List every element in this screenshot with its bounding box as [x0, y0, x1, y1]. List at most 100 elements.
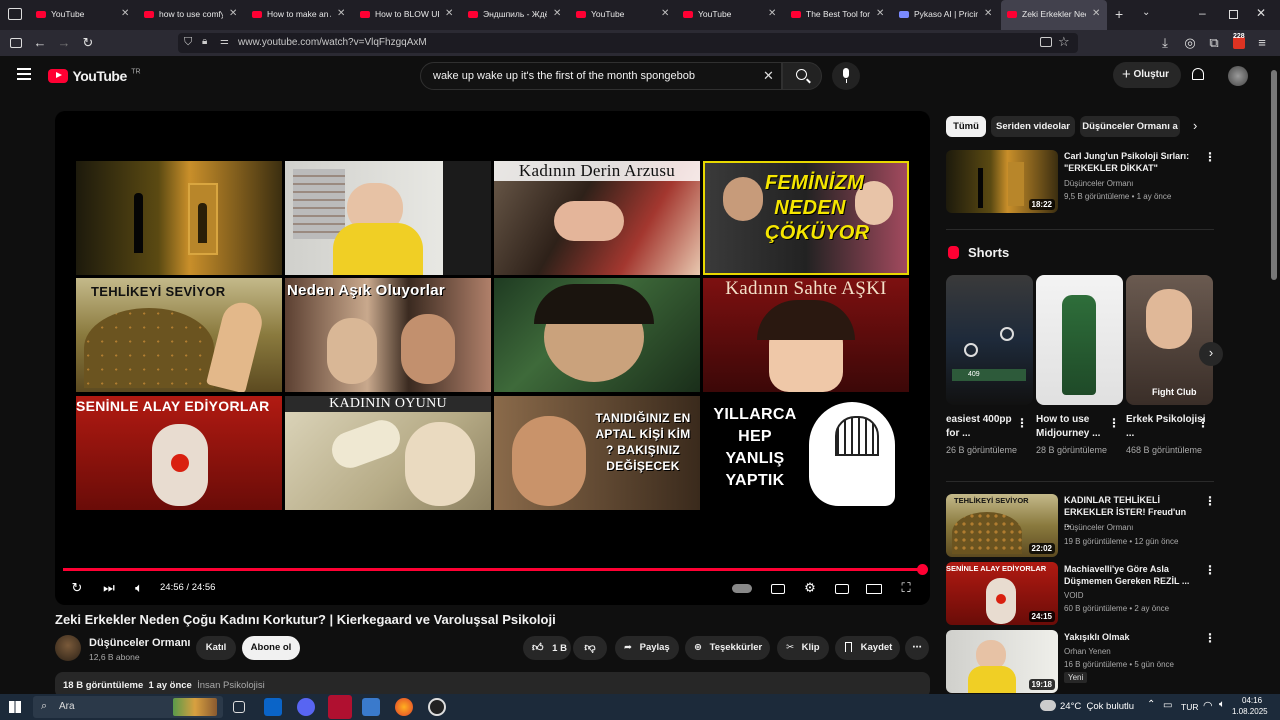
- progress-bar[interactable]: [63, 568, 922, 571]
- close-tab-icon[interactable]: ✕: [984, 8, 992, 19]
- short-title[interactable]: easiest 400pp for ...: [946, 413, 1026, 441]
- rec-thumb-3[interactable]: SENİNLE ALAY EDİYORLAR 24:15: [946, 562, 1058, 625]
- rec-title[interactable]: Yakışıklı Olmak: [1064, 631, 1194, 643]
- miniplayer-icon[interactable]: [831, 577, 853, 599]
- create-button[interactable]: + Oluştur: [1113, 62, 1181, 88]
- short-title[interactable]: How to use Midjourney ...: [1036, 413, 1116, 441]
- clip-button[interactable]: ✂ Klip: [777, 636, 829, 660]
- forward-icon[interactable]: →: [55, 34, 73, 52]
- bookmark-star-icon[interactable]: ☆: [1058, 34, 1070, 50]
- next-icon[interactable]: ⏭︎: [98, 577, 120, 599]
- short-title[interactable]: Erkek Psikolojisi ...: [1126, 413, 1206, 441]
- downloads-icon[interactable]: ⤓: [1156, 34, 1174, 52]
- progress-scrubber[interactable]: [917, 564, 928, 575]
- fullscreen-icon[interactable]: ⛶: [895, 577, 917, 599]
- endscreen-thumb-2[interactable]: [285, 161, 491, 275]
- kebab-menu-icon[interactable]: ⋮: [1204, 563, 1216, 577]
- endscreen-thumb-4[interactable]: FEMİNİZM NEDEN ÇÖKÜYOR: [703, 161, 909, 275]
- tray-chevron-icon[interactable]: ⌃: [1147, 699, 1155, 710]
- discord-icon[interactable]: [297, 698, 315, 716]
- rec-thumb-2[interactable]: TEHLİKEYİ SEVİYOR 22:02: [946, 494, 1058, 557]
- save-button[interactable]: Kaydet: [835, 636, 900, 660]
- subscribe-button[interactable]: Abone ol: [242, 636, 300, 660]
- tab-list-icon[interactable]: [8, 8, 22, 20]
- endscreen-thumb-7[interactable]: [494, 278, 700, 392]
- kebab-menu-icon[interactable]: ⋮: [1197, 416, 1209, 430]
- endscreen-thumb-11[interactable]: TANIDIĞINIZ EN APTAL KİŞİ KİM ? BAKIŞINI…: [494, 396, 700, 510]
- sidebar-toggle-icon[interactable]: [7, 34, 25, 52]
- search-button[interactable]: [782, 62, 822, 90]
- like-button[interactable]: 👍︎ 1 B: [523, 636, 571, 660]
- rec-thumb-1[interactable]: 18:22: [946, 150, 1058, 213]
- browser-tab[interactable]: How to BLOW UP y ✕: [354, 0, 460, 30]
- restore-icon[interactable]: [1229, 10, 1238, 19]
- browser-tab[interactable]: YouTube ✕: [570, 0, 676, 30]
- speaker-icon[interactable]: 🔈︎: [1219, 699, 1225, 710]
- browser-tab[interactable]: The Best Tool for Gr ✕: [785, 0, 891, 30]
- shorts-next-button[interactable]: ›: [1199, 342, 1223, 366]
- menu-icon[interactable]: ≡: [1253, 34, 1271, 52]
- rec-thumb-4[interactable]: 19:18: [946, 630, 1058, 693]
- kebab-menu-icon[interactable]: ⋮: [1204, 631, 1216, 645]
- rec-channel[interactable]: VOID: [1064, 591, 1084, 600]
- close-tab-icon[interactable]: ✕: [553, 8, 561, 19]
- guide-menu-icon[interactable]: [17, 68, 31, 80]
- app-icon[interactable]: [328, 695, 352, 719]
- chip-series[interactable]: Seriden videolar: [991, 116, 1075, 137]
- endscreen-thumb-1[interactable]: [76, 161, 282, 275]
- endscreen-thumb-3[interactable]: Kadının Derin Arzusu: [494, 161, 700, 275]
- more-actions-button[interactable]: ⋯: [905, 636, 929, 660]
- short-thumb-1[interactable]: 409: [946, 275, 1033, 405]
- short-thumb-3[interactable]: Fight Club: [1126, 275, 1213, 405]
- pip-icon[interactable]: [1040, 37, 1052, 47]
- browser-tab[interactable]: Эндшпиль - Ждёшь ✕: [462, 0, 568, 30]
- subtitles-icon[interactable]: [767, 577, 789, 599]
- close-tab-icon[interactable]: ✕: [1092, 8, 1100, 19]
- close-window-icon[interactable]: ✕: [1256, 6, 1266, 20]
- tab-overflow-icon[interactable]: ⌄: [1142, 7, 1150, 18]
- rec-title[interactable]: Carl Jung'un Psikoloji Sırları: "ERKEKLE…: [1064, 150, 1194, 174]
- join-button[interactable]: Katıl: [196, 636, 236, 660]
- extensions-icon[interactable]: ⧉: [1205, 34, 1223, 52]
- reload-icon[interactable]: ↻: [79, 34, 97, 52]
- video-player[interactable]: Kadının Derin Arzusu FEMİNİZM NEDEN ÇÖKÜ…: [55, 111, 930, 605]
- endscreen-thumb-12[interactable]: YILLARCA HEP YANLIŞ YAPTIK: [703, 396, 909, 510]
- short-thumb-2[interactable]: [1036, 275, 1123, 405]
- rec-channel[interactable]: Orhan Yenen: [1064, 647, 1111, 656]
- minimize-icon[interactable]: –: [1199, 6, 1206, 20]
- language-indicator[interactable]: TUR: [1181, 702, 1198, 712]
- close-tab-icon[interactable]: ✕: [768, 8, 776, 19]
- scrollbar-thumb[interactable]: [1271, 70, 1277, 280]
- chip-channel[interactable]: Düşünceler Ormanı a: [1080, 116, 1180, 137]
- kebab-menu-icon[interactable]: ⋮: [1108, 416, 1120, 430]
- taskbar-search[interactable]: ⌕ Ara: [33, 696, 223, 718]
- close-tab-icon[interactable]: ✕: [876, 8, 884, 19]
- chips-next-icon[interactable]: ›: [1193, 118, 1197, 133]
- address-bar[interactable]: ⛉ 🔒︎ ⚌ www.youtube.com/watch?v=VlqFhzgqA…: [178, 33, 1078, 53]
- kebab-menu-icon[interactable]: ⋮: [1016, 416, 1028, 430]
- close-tab-icon[interactable]: ✕: [229, 8, 237, 19]
- endscreen-thumb-5[interactable]: TEHLİKEYİ SEVİYOR: [76, 278, 282, 392]
- autoplay-toggle[interactable]: [731, 577, 753, 599]
- rec-title[interactable]: Machiavelli'ye Göre Asla Düşmemen Gereke…: [1064, 563, 1194, 587]
- obs-icon[interactable]: [428, 698, 446, 716]
- weather-text[interactable]: 24°C Çok bulutlu: [1060, 701, 1134, 712]
- avatar[interactable]: [1228, 66, 1248, 86]
- chip-all[interactable]: Tümü: [946, 116, 986, 137]
- channel-name[interactable]: Düşünceler Ormanı: [89, 637, 190, 649]
- app-window-icon[interactable]: [362, 698, 380, 716]
- browser-tab[interactable]: how to use comfyui ✕: [138, 0, 244, 30]
- new-tab-icon[interactable]: +: [1115, 6, 1123, 22]
- browser-tab[interactable]: Pykaso AI | Pricing ✕: [893, 0, 999, 30]
- account-icon[interactable]: ◎: [1181, 34, 1199, 52]
- youtube-logo[interactable]: YouTube TR: [48, 67, 141, 85]
- voice-search-button[interactable]: [832, 62, 860, 90]
- theater-mode-icon[interactable]: [863, 577, 885, 599]
- close-tab-icon[interactable]: ✕: [661, 8, 669, 19]
- clock-time[interactable]: 04:16: [1242, 696, 1262, 705]
- settings-gear-icon[interactable]: ⚙︎: [799, 577, 821, 599]
- rec-channel[interactable]: Düşünceler Ormanı: [1064, 523, 1133, 532]
- volume-icon[interactable]: 🔈︎: [128, 577, 150, 599]
- browser-tab[interactable]: How to make an AI ✕: [246, 0, 352, 30]
- task-view-icon[interactable]: [233, 701, 245, 713]
